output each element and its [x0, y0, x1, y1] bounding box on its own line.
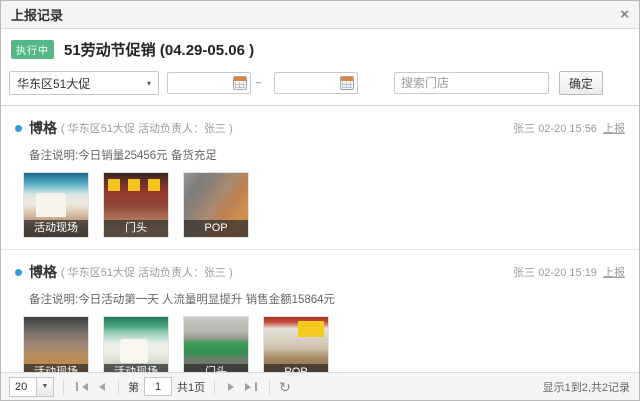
last-page-button[interactable]	[242, 378, 260, 396]
record-note: 备注说明:今日销量25456元 备货充足	[29, 147, 625, 163]
calendar-icon[interactable]	[233, 76, 247, 90]
photo-label: 活动现场	[104, 364, 168, 372]
pager-status-text: 显示1到2,共2记录	[543, 379, 630, 395]
store-name: 博格	[29, 118, 57, 138]
store-name: 博格	[29, 262, 57, 282]
pager-divider	[63, 379, 64, 395]
records-list: 博格( 华东区51大促 活动负责人：张三 )张三 02-20 15:56 上报备…	[1, 105, 639, 372]
page-title: 上报记录	[11, 5, 63, 24]
report-photo[interactable]: 门头	[103, 172, 169, 238]
page-size-value: 20	[9, 377, 37, 397]
refresh-icon[interactable]: ↻	[279, 380, 291, 394]
record-subtitle: ( 华东区51大促 活动负责人：张三 )	[61, 264, 233, 280]
campaign-title: 51劳动节促销 (04.29-05.06 )	[64, 39, 254, 60]
report-photo[interactable]: POP	[263, 316, 329, 372]
photo-label: 活动现场	[24, 220, 88, 237]
first-page-button[interactable]	[73, 378, 91, 396]
record-subtitle: ( 华东区51大促 活动负责人：张三 )	[61, 120, 233, 136]
date-end-wrap	[274, 72, 358, 94]
date-range-separator: ~	[255, 76, 262, 90]
record-note: 备注说明:今日活动第一天 人流量明显提升 销售金额15864元	[29, 291, 625, 307]
report-link[interactable]: 上报	[603, 123, 625, 135]
chevron-down-icon[interactable]: ▼	[37, 377, 54, 397]
report-record: 博格( 华东区51大促 活动负责人：张三 ) 张三 02-20 15:19 上报备…	[1, 249, 639, 372]
record-bullet-icon	[15, 125, 22, 132]
report-photo[interactable]: 活动现场	[23, 316, 89, 372]
record-photos: 活动现场 活动现场 门头 POP	[23, 316, 625, 372]
page-number-input[interactable]	[144, 377, 172, 396]
photo-label: 门头	[104, 220, 168, 237]
campaign-header: 执行中 51劳动节促销 (04.29-05.06 )	[1, 29, 639, 64]
page-indicator: 第 共1页	[128, 377, 205, 396]
date-start-wrap	[167, 72, 251, 94]
status-badge: 执行中	[11, 40, 54, 59]
record-photos: 活动现场门头 POP	[23, 172, 625, 238]
report-records-window: 上报记录 × 执行中 51劳动节促销 (04.29-05.06 ) 华东区51大…	[0, 0, 640, 401]
photo-label: 活动现场	[24, 364, 88, 372]
report-photo[interactable]: 门头	[183, 316, 249, 372]
photo-label: 门头	[184, 364, 248, 372]
pager-divider	[214, 379, 215, 395]
calendar-icon[interactable]	[340, 76, 354, 90]
page-prefix-label: 第	[128, 379, 139, 395]
report-link[interactable]: 上报	[603, 267, 625, 279]
record-meta: 张三 02-20 15:56 上报	[513, 120, 625, 136]
report-photo[interactable]: 活动现场	[23, 172, 89, 238]
report-record: 博格( 华东区51大促 活动负责人：张三 ) 张三 02-20 15:56 上报备…	[1, 106, 639, 249]
pager-divider	[118, 379, 119, 395]
store-search-input[interactable]	[394, 72, 549, 94]
total-pages-label: 共1页	[177, 379, 205, 395]
photo-label: POP	[184, 220, 248, 237]
filter-bar: 华东区51大促 ▾ ~ 确定	[1, 64, 639, 105]
confirm-button[interactable]: 确定	[559, 71, 603, 95]
record-meta: 张三 02-20 15:19 上报	[513, 264, 625, 280]
activity-select-value: 华东区51大促	[17, 75, 90, 92]
titlebar: 上报记录 ×	[1, 1, 639, 29]
next-page-button[interactable]	[224, 378, 242, 396]
prev-page-button[interactable]	[91, 378, 109, 396]
pager-divider	[269, 379, 270, 395]
close-icon[interactable]: ×	[620, 7, 629, 22]
chevron-down-icon: ▾	[147, 79, 151, 88]
photo-label: POP	[264, 364, 328, 372]
record-bullet-icon	[15, 269, 22, 276]
page-size-select[interactable]: 20 ▼	[9, 377, 54, 397]
activity-select[interactable]: 华东区51大促 ▾	[9, 71, 159, 95]
report-photo[interactable]: POP	[183, 172, 249, 238]
pagination-bar: 20 ▼ 第 共1页 ↻ 显示1到2,共2记录	[1, 372, 639, 400]
report-photo[interactable]: 活动现场	[103, 316, 169, 372]
